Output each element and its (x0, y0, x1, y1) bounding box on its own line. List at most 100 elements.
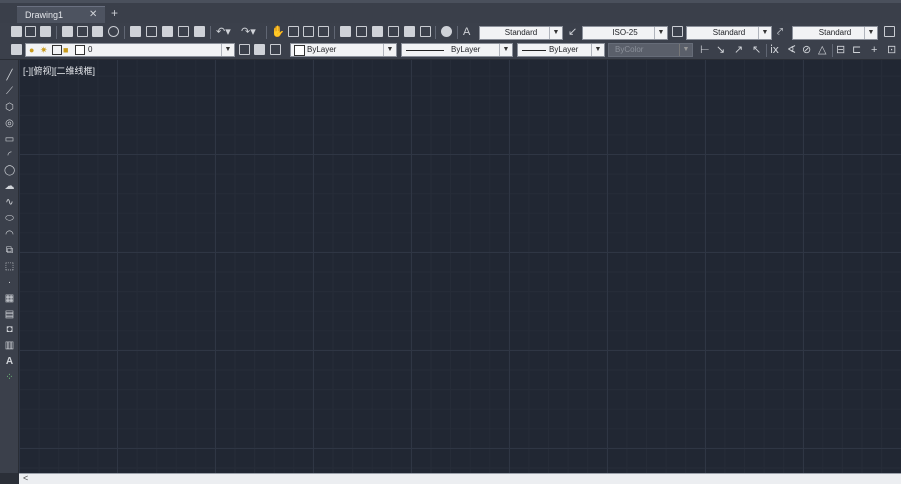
dim-style-value: ISO-25 (612, 28, 638, 37)
zoom-previous-icon[interactable] (318, 26, 329, 37)
ellipse-icon[interactable]: ⬭ (4, 213, 15, 224)
dim-jogged-icon[interactable]: ∢ (787, 42, 796, 58)
properties-icon[interactable] (340, 26, 351, 37)
polyline-icon[interactable]: ⟋ (4, 86, 15, 97)
drawing-canvas[interactable]: [-][俯视][二维线框] (19, 60, 901, 473)
mleader-style-icon[interactable]: ⤤ (777, 24, 783, 40)
linetype-preview (406, 50, 444, 51)
horizontal-scrollbar[interactable]: < (19, 473, 901, 484)
close-icon[interactable]: ✕ (89, 9, 97, 20)
text-style-icon[interactable]: A (463, 24, 470, 40)
print-icon[interactable] (62, 26, 73, 37)
standard-toolbar: ↶▾ ↷▾ ✋ A Standard ▼ ↙ ISO-25 ▼ Standard… (0, 23, 901, 43)
hatch-icon[interactable]: ▦ (4, 293, 15, 304)
copy-icon[interactable] (146, 26, 157, 37)
circle-icon[interactable]: ◎ (4, 118, 15, 129)
insert-block-icon[interactable]: ⧉ (4, 245, 15, 256)
match-properties-icon[interactable] (178, 26, 189, 37)
mleader-style-select[interactable]: Standard ▼ (792, 26, 878, 40)
dim-style-select[interactable]: ISO-25 ▼ (582, 26, 668, 40)
linetype-select[interactable]: ByLayer ▼ (401, 43, 513, 57)
dim-ordinate-icon[interactable]: ↖ (752, 42, 761, 58)
make-current-layer-icon[interactable] (239, 44, 250, 55)
new-tab-icon[interactable]: + (111, 6, 118, 20)
document-tab[interactable]: Drawing1 ✕ (17, 6, 105, 23)
layer-select[interactable]: ● ✷ ■ 0 ▼ (25, 43, 235, 57)
dim-diameter-icon[interactable]: ⊘ (802, 42, 811, 58)
arc-icon[interactable]: ◜ (4, 150, 15, 161)
gradient-icon[interactable]: ▤ (4, 309, 15, 320)
region-icon[interactable]: ◘ (4, 324, 15, 335)
ellipse-arc-icon[interactable]: ◠ (4, 229, 15, 240)
undo-icon[interactable]: ↶▾ (216, 24, 231, 40)
separator (266, 26, 267, 39)
quickcalc-icon[interactable] (420, 26, 431, 37)
layer-plot-icon: ■ (63, 45, 69, 55)
mtext-icon[interactable]: A (4, 356, 15, 367)
layer-previous-icon[interactable] (254, 44, 265, 55)
scroll-left-icon[interactable]: < (23, 473, 28, 483)
plotstyle-select: ByColor ▼ (608, 43, 693, 57)
plot-preview-icon[interactable] (77, 26, 88, 37)
document-tab-bar: Drawing1 ✕ + (0, 0, 901, 23)
table-icon[interactable]: ▥ (4, 340, 15, 351)
mleader-style-value: Standard (818, 28, 852, 37)
3d-dwf-icon[interactable] (108, 26, 119, 37)
overflow-icon[interactable] (884, 26, 895, 37)
pan-icon[interactable]: ✋ (271, 24, 285, 40)
make-block-icon[interactable]: ⬚ (4, 261, 15, 272)
zoom-window-icon[interactable] (303, 26, 314, 37)
dim-arc-icon[interactable]: ↗ (734, 42, 743, 58)
save-icon[interactable] (40, 26, 51, 37)
lineweight-preview (522, 50, 546, 51)
layer-value: 0 (88, 45, 93, 54)
new-file-icon[interactable] (11, 26, 22, 37)
rectangle-icon[interactable]: ▭ (4, 134, 15, 145)
revcloud-icon[interactable]: ☁ (4, 181, 15, 192)
dim-continue-icon[interactable]: ⊏ (852, 42, 861, 58)
circle2-icon[interactable]: ◯ (4, 165, 15, 176)
point-icon[interactable]: · (4, 277, 15, 288)
line-icon[interactable]: ╱ (4, 70, 15, 81)
layer-isolate-icon[interactable] (270, 44, 281, 55)
table-style-value: Standard (712, 28, 746, 37)
color-select[interactable]: ByLayer ▼ (290, 43, 397, 57)
markup-icon[interactable] (404, 26, 415, 37)
dim-aligned-icon[interactable]: ↘ (716, 42, 725, 58)
block-editor-icon[interactable] (194, 26, 205, 37)
cut-icon[interactable] (130, 26, 141, 37)
dim-style-icon[interactable]: ↙ (568, 24, 577, 40)
lineweight-select[interactable]: ByLayer ▼ (517, 43, 605, 57)
table-style-select[interactable]: Standard ▼ (686, 26, 772, 40)
polygon-icon[interactable]: ⬡ (4, 102, 15, 113)
title-strip (0, 0, 901, 3)
add-selected-icon[interactable]: ⁘ (4, 372, 15, 383)
tool-palettes-icon[interactable] (372, 26, 383, 37)
viewport-label[interactable]: [-][俯视][二维线框] (23, 64, 95, 77)
dim-linear-icon[interactable]: ⊢ (700, 42, 710, 58)
publish-icon[interactable] (92, 26, 103, 37)
layer-lock-icon (52, 45, 62, 55)
redo-icon[interactable]: ↷▾ (241, 24, 256, 40)
help-icon[interactable] (441, 26, 452, 37)
layer-manager-icon[interactable] (11, 44, 22, 55)
color-value: ByLayer (307, 45, 337, 54)
plotstyle-value: ByColor (615, 45, 644, 54)
layers-properties-toolbar: ● ✷ ■ 0 ▼ ByLayer ▼ ByLayer ▼ ByLayer ▼ … (0, 42, 901, 60)
center-mark-icon[interactable]: + (871, 42, 877, 58)
zoom-realtime-icon[interactable] (288, 26, 299, 37)
color-swatch (294, 45, 305, 56)
table-style-icon[interactable] (672, 26, 683, 37)
design-center-icon[interactable] (356, 26, 367, 37)
tolerance-icon[interactable]: ⊡ (887, 42, 896, 58)
dim-baseline-icon[interactable]: ⊟ (836, 42, 845, 58)
open-file-icon[interactable] (25, 26, 36, 37)
chevron-down-icon: ▼ (549, 27, 562, 39)
linetype-value: ByLayer (451, 45, 481, 54)
text-style-select[interactable]: Standard ▼ (479, 26, 563, 40)
dim-angular-icon[interactable]: △ (818, 42, 826, 58)
dim-radius-icon[interactable]: ⅸ (770, 42, 779, 58)
spline-icon[interactable]: ∿ (4, 197, 15, 208)
sheet-set-icon[interactable] (388, 26, 399, 37)
paste-icon[interactable] (162, 26, 173, 37)
